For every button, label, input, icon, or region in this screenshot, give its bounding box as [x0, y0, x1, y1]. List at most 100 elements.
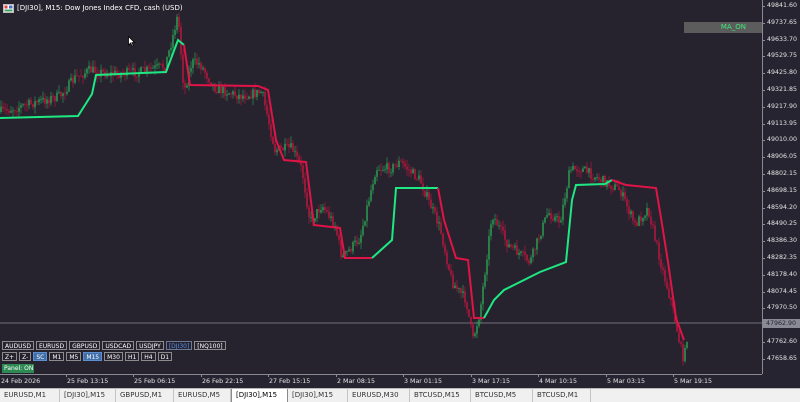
moving-average-line	[0, 38, 185, 119]
symbol-button[interactable]: USDJPY	[136, 341, 164, 350]
time-axis-label: 27 Feb 15:15	[269, 378, 311, 385]
timeframe-button-row: Z+ Z- SC M1 M5 M15 M30 H1 H4 D1	[2, 352, 173, 361]
time-axis-tick	[538, 374, 539, 377]
price-axis-tick	[762, 207, 765, 209]
price-axis-label: 49633.70	[767, 35, 798, 43]
price-axis-label: 48490.25	[767, 220, 798, 228]
timeframe-button[interactable]: M15	[83, 352, 103, 361]
price-axis-label: 49113.95	[767, 119, 798, 127]
moving-average-line	[371, 187, 438, 259]
time-axis-label: 5 Mar 19:15	[674, 378, 713, 385]
price-axis-tick	[762, 190, 765, 192]
timeframe-button[interactable]: H1	[124, 352, 140, 361]
time-axis-tick	[201, 374, 202, 377]
symbol-button-row: AUDUSD EURUSD GBPUSD USDCAD USDJPY [DJI30] [NQ…	[2, 341, 226, 350]
time-axis-label: 24 Feb 2026	[1, 378, 41, 385]
price-axis-label: 47970.50	[767, 304, 798, 312]
price-axis-label: 49010.00	[767, 136, 798, 144]
price-axis-label: 48698.15	[767, 186, 798, 194]
price-axis-tick	[762, 123, 765, 125]
price-axis-label: 49217.90	[767, 102, 798, 110]
price-axis-label: 49321.85	[767, 86, 798, 93]
timeframe-button[interactable]: M30	[104, 352, 123, 361]
price-axis-tick	[762, 308, 765, 310]
chart-tab[interactable]: [DJI30],M15	[60, 389, 116, 402]
chart-tab-bar: EURUSD,M1 [DJI30],M15 GBPUSD,M1 EURUSD,M5 [D…	[0, 388, 800, 402]
chart-tab[interactable]: [DJI30],M15	[231, 389, 288, 402]
price-axis-tick	[762, 39, 765, 41]
time-axis-tick	[336, 374, 337, 377]
price-axis-tick	[762, 258, 765, 259]
price-axis-tick	[762, 224, 765, 226]
symbol-button[interactable]: EURUSD	[35, 341, 68, 350]
timeframe-button[interactable]: SC	[33, 352, 48, 361]
time-axis-tick	[66, 374, 67, 377]
moving-average-line	[611, 179, 685, 341]
time-axis-tick	[471, 374, 472, 377]
symbol-button[interactable]: AUDUSD	[2, 341, 34, 350]
price-axis-label: 48282.35	[767, 254, 798, 261]
chart-tab[interactable]: BTCUSD,M5	[471, 389, 533, 402]
chart-tab[interactable]: [DJI30],M15	[288, 389, 348, 402]
timeframe-button[interactable]: D1	[157, 352, 173, 361]
panel-toggle-button[interactable]: Panel: ON	[2, 364, 34, 373]
time-axis-tick	[673, 374, 674, 377]
time-axis-tick	[403, 374, 404, 377]
time-axis-label: 25 Feb 13:15	[67, 378, 109, 385]
symbol-button[interactable]: USDCAD	[102, 341, 135, 350]
symbol-button[interactable]: [DJI30]	[165, 341, 193, 350]
time-axis-tick	[133, 374, 134, 377]
timeframe-button[interactable]: M5	[66, 352, 82, 361]
chart-tab[interactable]: BTCUSD,M1	[533, 389, 591, 402]
price-axis-tick	[762, 73, 765, 75]
price-axis-label: 49841.60	[767, 2, 798, 9]
price-axis-label: 47762.60	[767, 338, 798, 345]
price-axis-tick	[762, 358, 765, 360]
price-chart	[0, 12, 762, 366]
price-axis-label: 48594.20	[767, 203, 798, 211]
symbol-button[interactable]: [NQ100]	[194, 341, 226, 350]
price-axis-tick	[762, 342, 765, 343]
time-axis-label: 2 Mar 08:15	[337, 378, 376, 385]
moving-average-line	[483, 179, 613, 319]
time-axis[interactable]: 24 Feb 2026 25 Feb 13:15 25 Feb 06:15 26 Fe…	[0, 374, 762, 388]
price-axis[interactable]: 49841.60 49737.65 49633.70 49529.75 49425.80…	[762, 0, 800, 374]
price-axis-tick	[762, 6, 765, 7]
candlesticks	[0, 12, 688, 366]
price-axis-tick	[762, 174, 765, 175]
chart-window-icon	[2, 3, 14, 13]
timeframe-button[interactable]: H4	[141, 352, 156, 361]
price-axis-label: 49737.65	[767, 18, 798, 26]
moving-average-line	[183, 44, 372, 259]
price-axis-tick	[762, 291, 765, 293]
timeframe-button[interactable]: Z+	[2, 352, 18, 361]
symbol-button[interactable]: GBPUSD	[69, 341, 101, 350]
time-axis-label: 3 Mar 17:15	[472, 378, 511, 385]
chart-title-text: [DJI30], M15: Dow Jones Index CFD, cash …	[17, 4, 183, 12]
timeframe-button[interactable]: M1	[49, 352, 65, 361]
price-axis-tick	[762, 56, 765, 58]
ma-status-badge[interactable]: MA_ON	[684, 22, 762, 33]
chart-area[interactable]: [DJI30], M15: Dow Jones Index CFD, cash …	[0, 0, 762, 374]
price-axis-tick	[762, 140, 765, 142]
price-axis-tick	[762, 106, 765, 108]
time-axis-tick	[606, 374, 607, 377]
chart-tab[interactable]: GBPUSD,M1	[116, 389, 174, 402]
price-axis-label: 48178.40	[767, 270, 798, 278]
time-axis-label: 25 Feb 06:15	[134, 378, 176, 385]
chart-tab[interactable]: BTCUSD,M15	[410, 389, 471, 402]
chart-tab[interactable]: EURUSD,M1	[0, 389, 60, 402]
price-axis-label: 48386.30	[767, 237, 798, 245]
price-axis-label: 48906.05	[767, 153, 798, 161]
timeframe-button[interactable]: Z-	[19, 352, 32, 361]
mouse-pointer-icon	[128, 36, 136, 47]
time-axis-label: 3 Mar 01:15	[404, 378, 443, 385]
time-axis-label: 5 Mar 03:15	[607, 378, 646, 385]
chart-tab[interactable]: EURUSD,M5	[174, 389, 231, 402]
price-axis-label: 48074.45	[767, 287, 798, 295]
chart-title: [DJI30], M15: Dow Jones Index CFD, cash …	[2, 2, 183, 14]
time-axis-label: 26 Feb 22:15	[202, 378, 244, 385]
chart-tab[interactable]: EURUSD,M30	[348, 389, 410, 402]
price-axis-label: 48802.15	[767, 170, 798, 177]
current-price-label: 47962.90	[763, 319, 800, 328]
